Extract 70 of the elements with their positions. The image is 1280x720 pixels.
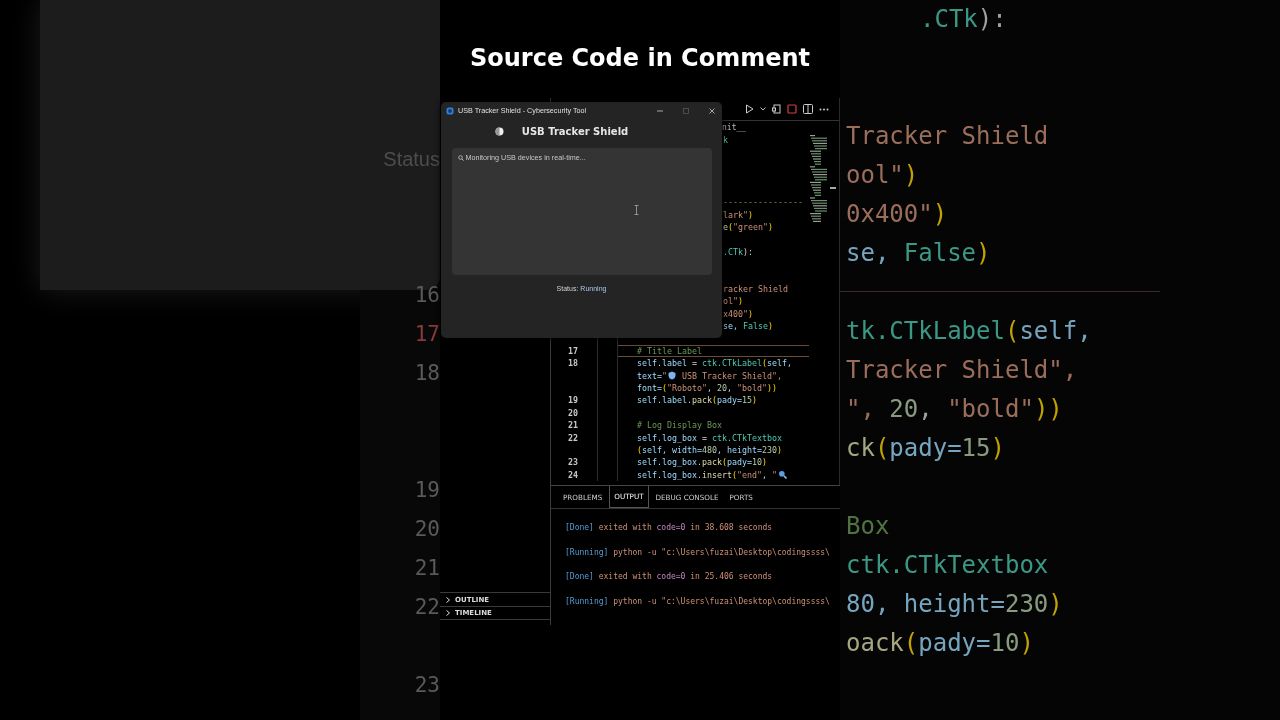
more-icon[interactable] [819,107,829,111]
code-line: tk.CTkLabel(self, [846,316,1092,345]
code-line: racker Shield [723,283,788,294]
line-number: 17 [568,345,578,356]
app-heading: USB Tracker Shield [521,126,629,137]
code-line: ", 20, "bold")) [846,394,1063,423]
close-icon[interactable] [708,106,716,115]
line-number: 18 [414,360,440,385]
code-line: Box [846,511,890,540]
half-circle-icon [494,127,504,136]
caret-icon[interactable] [760,107,766,111]
code-line: ol") [723,296,743,307]
code-line: self.log_box = ctk.CTkTextbox [637,432,782,443]
magnifier-icon [777,470,787,480]
magnifier-icon [457,154,464,161]
video-caption: Source Code in Comment [469,44,811,72]
split-editor-icon[interactable] [803,104,813,114]
breadcrumb[interactable]: nit__ [722,123,747,132]
line-number: 21 [414,555,440,580]
run-icon[interactable] [745,104,754,114]
code-line: .CTk): [723,246,753,257]
device-icon[interactable] [772,104,781,114]
scrollbar-thumb[interactable] [830,187,836,189]
code-line: x400") [723,308,753,319]
code-line: 0x400") [846,199,948,228]
output-line: [Running] python -u "c:\Users\fuzai\Desktop\codingssss\ [565,546,831,558]
code-line: font=("Roboto", 20, "bold")) [637,383,777,393]
code-line: self.log_box.insert("end", " [637,469,788,480]
line-number: 18 [568,358,578,369]
line-number: 19 [414,477,440,502]
code-line: lark") [723,209,753,220]
code-line: (self, width=480, height=230) [637,444,782,455]
code-line: k [723,135,728,146]
app-icon [446,106,454,115]
line-number: 17 [414,321,440,346]
code-line: Tracker Shield", [846,355,1078,384]
line-number: 21 [568,420,578,431]
code-line: oack(pady=10) [846,628,1034,657]
code-line: se, False) [846,238,991,267]
code-line: ---------------- [723,197,803,208]
line-number: 20 [414,516,440,541]
code-line: .CTk): [920,4,1007,33]
code-line: ck(pady=15) [846,433,1005,462]
code-line: # Log Display Box [637,420,722,431]
code-line: e("green") [723,221,773,232]
code-line: Tracker Shield [846,121,1049,150]
line-number: 24 [568,469,578,480]
line-number: 16 [414,282,440,307]
code-line: se, False) [723,321,773,332]
text-cursor-icon [633,205,639,215]
code-line: ool") [846,160,919,189]
output-line: [Done] exited with code=0 in 25.406 seconds [565,571,774,582]
line-number: 22 [414,594,440,619]
line-number: 20 [568,407,578,418]
output-line: [Done] exited with code=0 in 38.608 seconds [565,522,774,533]
line-number: 23 [568,457,578,468]
stop-icon[interactable] [787,104,797,114]
code-line: self.label.pack(pady=15) [637,395,757,406]
line-number: 19 [568,395,578,406]
code-line: self.label = ctk.CTkLabel(self, [637,358,792,369]
shield-icon [668,371,676,381]
code-line: ctk.CTkTextbox [846,550,1049,579]
chevron-right-icon [445,610,451,616]
code-line: # Title Label [637,345,702,356]
code-line: text=" USB Tracker Shield", [637,370,782,381]
output-line: [Running] python -u "c:\Users\fuzai\Desktop\codingssss\ [565,595,831,607]
code-line: self.log_box.pack(pady=10) [637,457,767,468]
line-number: 22 [568,432,578,443]
line-number: 23 [414,672,440,697]
code-line: 80, height=230) [846,589,1063,618]
